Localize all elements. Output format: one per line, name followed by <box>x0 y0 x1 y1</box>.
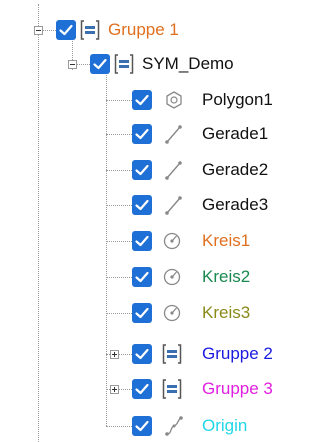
group-icon <box>162 378 182 400</box>
visibility-checkbox[interactable] <box>132 160 152 180</box>
visibility-checkbox[interactable] <box>132 90 152 110</box>
tree-connector <box>106 134 132 135</box>
collapse-toggle[interactable] <box>68 60 77 69</box>
tree-item-label[interactable]: Gruppe 3 <box>202 378 273 400</box>
tree-connector <box>38 4 39 442</box>
object-tree: Gruppe 1 SYM_Demo Polygon1 Gerade1 Gerad… <box>0 0 334 442</box>
line-icon <box>164 159 184 181</box>
tree-item-label[interactable]: SYM_Demo <box>142 53 234 75</box>
tree-item-label[interactable]: Gruppe 2 <box>202 343 273 365</box>
line-icon <box>164 194 184 216</box>
visibility-checkbox[interactable] <box>132 379 152 399</box>
tree-item-label[interactable]: Gruppe 1 <box>108 19 179 41</box>
polygon-icon <box>164 89 184 111</box>
expand-toggle[interactable] <box>110 350 119 359</box>
line-icon <box>164 123 184 145</box>
tree-connector <box>106 426 132 427</box>
visibility-checkbox[interactable] <box>132 195 152 215</box>
tree-connector <box>106 170 132 171</box>
circle-icon <box>162 302 182 324</box>
visibility-checkbox[interactable] <box>90 54 110 74</box>
group-icon <box>114 53 134 75</box>
visibility-checkbox[interactable] <box>132 231 152 251</box>
visibility-checkbox[interactable] <box>132 124 152 144</box>
origin-icon <box>164 415 184 437</box>
group-icon <box>80 19 100 41</box>
visibility-checkbox[interactable] <box>132 303 152 323</box>
tree-connector <box>106 241 132 242</box>
tree-item-label[interactable]: Gerade2 <box>202 159 268 181</box>
tree-connector <box>106 205 132 206</box>
tree-connector <box>106 72 107 426</box>
tree-item-label[interactable]: Gerade1 <box>202 123 268 145</box>
visibility-checkbox[interactable] <box>132 344 152 364</box>
tree-connector <box>106 100 132 101</box>
tree-connector <box>106 277 132 278</box>
tree-connector <box>106 313 132 314</box>
visibility-checkbox[interactable] <box>132 416 152 436</box>
tree-item-label[interactable]: Kreis1 <box>202 230 250 252</box>
tree-item-label[interactable]: Origin <box>202 415 247 437</box>
circle-icon <box>162 230 182 252</box>
tree-item-label[interactable]: Gerade3 <box>202 194 268 216</box>
circle-icon <box>162 266 182 288</box>
expand-toggle[interactable] <box>110 385 119 394</box>
tree-item-label[interactable]: Kreis2 <box>202 266 250 288</box>
visibility-checkbox[interactable] <box>56 20 76 40</box>
collapse-toggle[interactable] <box>34 26 43 35</box>
group-icon <box>162 343 182 365</box>
tree-item-label[interactable]: Polygon1 <box>202 89 273 111</box>
visibility-checkbox[interactable] <box>132 267 152 287</box>
tree-item-label[interactable]: Kreis3 <box>202 302 250 324</box>
